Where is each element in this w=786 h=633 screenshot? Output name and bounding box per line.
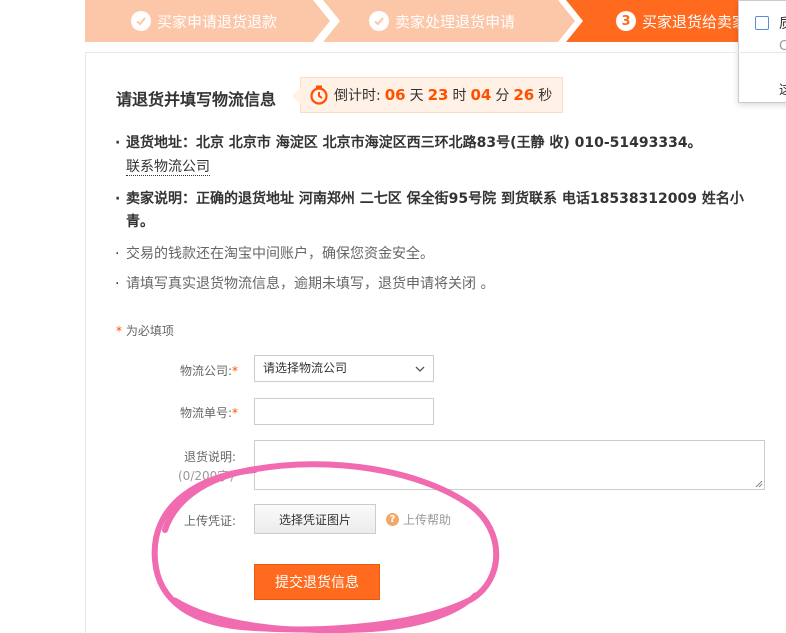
step-label: 卖家处理退货申请 — [395, 12, 516, 31]
upload-help[interactable]: ? 上传帮助 — [386, 511, 451, 528]
check-icon — [131, 11, 151, 31]
select-placeholder: 请选择物流公司 — [263, 361, 348, 375]
address-label: 退货地址： — [126, 135, 196, 151]
contact-logistics-row: 联系物流公司 — [126, 156, 210, 178]
address-text: 北京 北京市 海淀区 北京市海淀区西三环北路83号(王静 收) 010-5149… — [196, 135, 702, 151]
popup-text-1: 质 — [779, 13, 786, 33]
countdown-seconds-unit: 秒 — [538, 88, 553, 104]
desc-label: 退货说明: — [183, 450, 236, 464]
submit-return-button[interactable]: 提交退货信息 — [254, 564, 380, 600]
countdown-prefix: 倒计时: — [334, 88, 381, 104]
note-fill-text: 请填写真实退货物流信息，逾期未填写，退货申请将关闭 。 — [126, 276, 495, 292]
countdown-days-unit: 天 — [409, 88, 424, 104]
contact-logistics-link[interactable]: 联系物流公司 — [126, 159, 210, 176]
logistics-company-select[interactable]: 请选择物流公司 — [254, 355, 434, 382]
page-title: 请退货并填写物流信息 — [116, 90, 277, 109]
tracking-label: 物流单号:* — [179, 406, 238, 420]
countdown-minutes-unit: 分 — [495, 88, 510, 104]
note-funds-text: 交易的钱款还在淘宝中间账户，确保您资金安全。 — [126, 246, 434, 262]
resize-grip-icon[interactable] — [755, 480, 763, 488]
step-apply-refund: 买家申请退货退款 — [85, 0, 330, 42]
step-seller-process: 卖家处理退货申请 — [323, 0, 575, 42]
question-icon: ? — [386, 513, 399, 526]
seller-text-line1: 正确的退货地址 河南郑州 二七区 保全街95号院 到货联系 电话18538312… — [196, 191, 744, 207]
popup-checkbox[interactable] — [755, 16, 769, 30]
tracking-number-input[interactable] — [254, 398, 434, 425]
upload-label: 上传凭证: — [183, 514, 236, 528]
desc-char-count: (0/200字) — [178, 469, 234, 483]
seller-text-line2: 青。 — [126, 214, 154, 230]
select-image-button[interactable]: 选择凭证图片 — [254, 504, 376, 534]
progress-steps: 买家申请退货退款 卖家处理退货申请 3 买家退货给卖家 — [85, 0, 786, 42]
countdown-minutes: 04 — [470, 86, 492, 104]
check-icon — [369, 11, 389, 31]
step-label: 买家申请退货退款 — [157, 12, 278, 31]
timer-icon — [310, 85, 328, 105]
return-description-textarea[interactable] — [254, 440, 765, 490]
step-label: 买家退货给卖家 — [642, 12, 748, 31]
upload-help-text: 上传帮助 — [403, 513, 452, 527]
seller-label: 卖家说明： — [126, 191, 196, 207]
countdown-hours-unit: 时 — [452, 88, 467, 104]
return-address: · 退货地址：北京 北京市 海淀区 北京市海淀区西三环北路83号(王静 收) 0… — [115, 135, 702, 151]
required-note: * 为必填项 — [116, 324, 174, 338]
step-number: 3 — [616, 11, 636, 31]
chevron-down-icon — [415, 366, 425, 372]
company-label: 物流公司:* — [179, 364, 238, 378]
countdown-timer: 倒计时: 06 天 23 时 04 分 26 秒 — [292, 77, 563, 113]
countdown-hours: 23 — [427, 86, 449, 104]
countdown-seconds: 26 — [513, 86, 535, 104]
countdown-days: 06 — [384, 86, 406, 104]
